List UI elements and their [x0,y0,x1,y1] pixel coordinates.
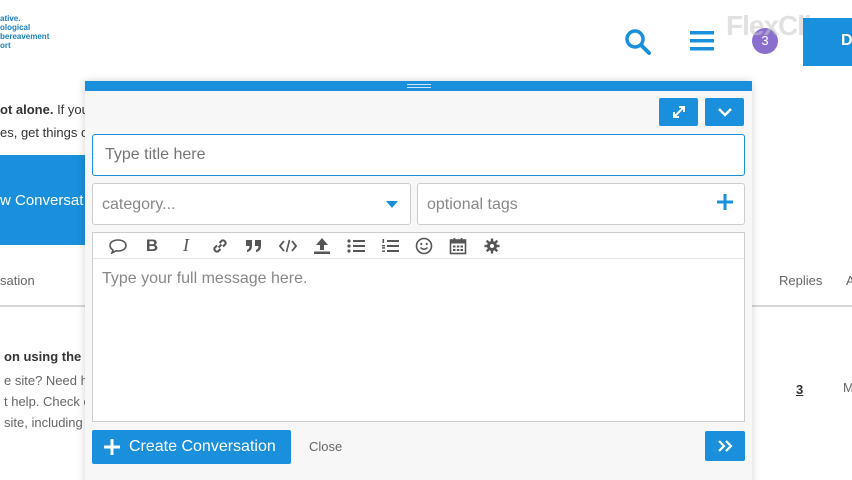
intro-text: ot alone. If you [0,102,89,117]
close-button[interactable]: Close [309,439,342,454]
add-tag-icon[interactable] [716,193,734,211]
search-icon[interactable] [624,28,652,56]
expand-button[interactable] [659,98,698,126]
italic-icon[interactable]: I [169,235,203,257]
logo-line: ort [0,41,11,50]
collapse-button[interactable] [705,98,744,126]
thread-snippet: t help. Check o [4,394,91,409]
category-select[interactable]: category... [92,183,411,225]
expand-icon [672,106,685,118]
column-header-conversation[interactable]: sation [0,273,35,288]
tags-placeholder: optional tags [427,196,518,213]
category-placeholder: category... [102,196,176,213]
last-post-column: M [843,380,852,395]
numbered-list-icon[interactable] [373,235,407,257]
quote-icon[interactable] [101,235,135,257]
menu-icon[interactable] [690,30,714,52]
calendar-icon[interactable] [441,235,475,257]
thread-title[interactable]: on using the [4,349,81,364]
double-chevron-right-icon [718,440,733,452]
column-header-replies[interactable]: Replies [779,273,822,288]
more-options-button[interactable] [705,431,745,461]
bullet-list-icon[interactable] [339,235,373,257]
header-button[interactable]: D [803,18,852,66]
intro-bold: ot alone. [0,102,54,117]
blockquote-icon[interactable] [237,235,271,257]
create-conversation-label: Create Conversation [129,438,276,455]
message-editor[interactable]: B I Type your full message here. [92,232,745,422]
gear-icon[interactable] [475,235,509,257]
site-logo[interactable]: ative. ological bereavement ort [0,14,70,50]
link-icon[interactable] [203,235,237,257]
tags-input[interactable]: optional tags [417,183,745,225]
new-conversation-modal: category... optional tags B I [85,81,752,480]
bold-icon[interactable]: B [135,235,169,257]
code-icon[interactable] [271,235,305,257]
logo-line: ative. [0,14,21,23]
thread-snippet: site, including [4,415,83,430]
logo-line: ological [0,23,31,32]
new-conversation-button[interactable]: w Conversat [0,155,88,245]
intro-line: es, get things o [0,125,89,140]
logo-line: bereavement [0,32,50,41]
resize-handle[interactable] [407,84,431,88]
editor-toolbar: B I [93,233,744,259]
create-conversation-button[interactable]: Create Conversation [92,430,291,464]
upload-icon[interactable] [305,235,339,257]
modal-footer: Create Conversation Close [92,430,745,466]
column-header-a[interactable]: A [846,273,852,288]
plus-icon [104,439,120,455]
title-input[interactable] [92,134,745,176]
message-placeholder: Type your full message here. [102,270,308,287]
chevron-down-icon [717,108,732,117]
intro-rest: If you [53,102,89,117]
caret-down-icon [386,201,398,208]
thread-snippet: e site? Need h [4,373,88,388]
reply-count[interactable]: 3 [796,382,803,397]
emoji-icon[interactable] [407,235,441,257]
